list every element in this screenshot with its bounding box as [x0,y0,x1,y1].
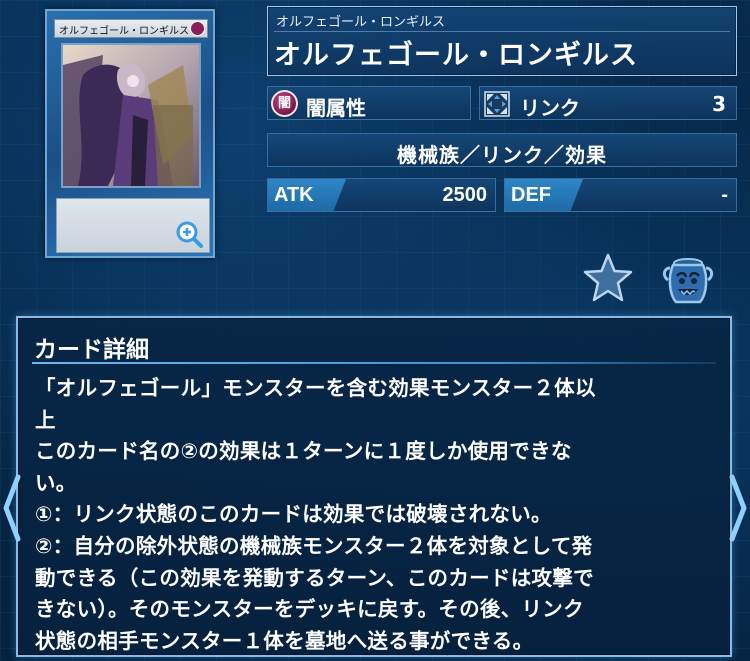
chevron-right-icon[interactable] [727,473,749,543]
name-divider [274,31,730,32]
card-text-box [56,198,210,253]
type-line-row: 機械族／リンク／効果 [267,133,737,169]
effect-line: 「オルフェゴール」モンスターを含む効果モンスター２体以 [35,376,596,400]
card-name-ruby: オルフェゴール・ロンギルス [276,15,446,30]
zoom-in-icon[interactable] [175,220,203,248]
type-line-cell: 機械族／リンク／効果 [267,133,737,167]
effect-line: ②：自分の除外状態の機械族モンスター２体を対象として発 [35,533,593,558]
effect-line: きない）。そのモンスターをデッキに戻す。その後、リンク [35,597,584,622]
link-arrows-icon [484,91,510,117]
effect-line: 動できる（この効果を発動するターン、このカードは攻撃で [35,565,594,590]
card-thumb-name-bar: オルフェゴール・ロンギルス [54,19,208,38]
type-line: 機械族／リンク／効果 [397,143,607,167]
effect-line: このカード名の②の効果は１ターンに１度しか使用できな [35,439,572,464]
def-label: DEF [511,184,551,206]
atk-cell: ATK 2500 [267,178,496,212]
effect-line: ①：リンク状態のこのカードは効果では破壊されない。 [35,502,552,527]
atk-value: 2500 [442,184,488,206]
card-thumb-name: オルフェゴール・ロンギルス [59,26,189,37]
effect-line: 状態の相手モンスター１体を墓地へ送る事ができる。 [35,628,534,653]
card-thumbnail[interactable]: オルフェゴール・ロンギルス [45,9,215,258]
link-label: リンク [520,96,580,120]
detail-title: カード詳細 [34,337,149,363]
attribute-label: 闇属性 [306,96,366,120]
card-name: オルフェゴール・ロンギルス [274,40,638,71]
attribute-link-row: 闇 闇属性 リンク 3 [267,86,737,122]
chevron-left-icon[interactable] [1,473,23,543]
card-thumb-attribute-icon [190,21,205,36]
card-artwork [61,43,201,188]
effect-line: 上 [35,407,56,432]
dark-attribute-icon: 闇 [271,90,298,117]
card-detail-panel[interactable]: カード詳細 「オルフェゴール」モンスターを含む効果モンスター２体以 上 このカー… [16,316,732,657]
card-effect-text: 「オルフェゴール」モンスターを含む効果モンスター２体以 上 このカード名の②の効… [35,373,719,657]
detail-title-rule [32,362,716,364]
attribute-cell: 闇 闇属性 [267,86,471,120]
stats-row: ATK 2500 DEF - [267,178,737,214]
link-cell: リンク 3 [479,86,737,120]
link-rating: 3 [712,92,726,116]
atk-label: ATK [274,184,314,206]
card-name-panel: オルフェゴール・ロンギルス オルフェゴール・ロンギルス [267,6,737,76]
pot-of-greed-icon[interactable] [660,254,716,306]
star-icon[interactable] [581,252,635,304]
def-cell: DEF - [504,178,737,212]
def-value: - [721,184,728,206]
effect-line: い。 [35,470,77,495]
